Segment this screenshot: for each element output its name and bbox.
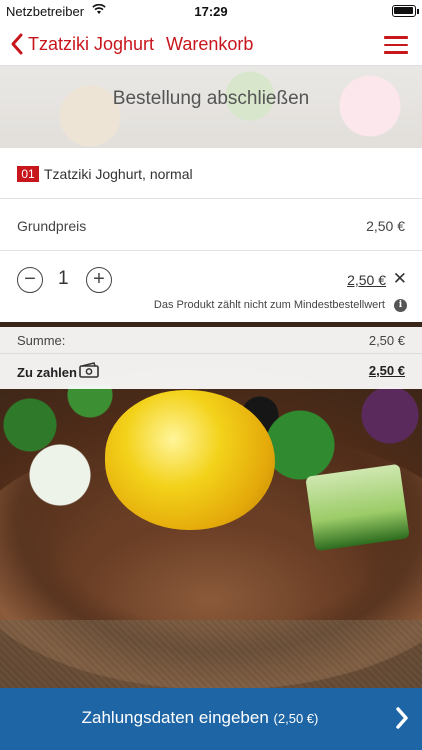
yellow-pepper <box>105 390 275 530</box>
battery-icon <box>392 5 419 17</box>
amount-due-value[interactable]: 2,50 € <box>369 363 405 378</box>
sum-row: Summe: 2,50 € <box>0 327 422 354</box>
info-icon[interactable]: i <box>394 299 407 312</box>
quantity-row: − 1 + 2,50 € ✕ Das Produkt zählt nicht z… <box>0 251 422 322</box>
money-icon <box>79 362 99 378</box>
cucumber <box>305 463 410 552</box>
navigation-bar: Tzatziki Joghurt Warenkorb <box>0 22 422 66</box>
minimum-order-note: Das Produkt zählt nicht zum Mindestbeste… <box>153 299 385 311</box>
quantity-value: 1 <box>58 268 69 289</box>
totals-box: Summe: 2,50 € Zu zahlen 2,50 € <box>0 327 422 389</box>
increase-quantity-button[interactable]: + <box>86 267 112 293</box>
item-number-badge: 01 <box>17 166 39 182</box>
section-heading: Bestellung abschließen <box>112 88 310 109</box>
cta-text: Zahlungsdaten eingeben <box>81 708 269 727</box>
sum-label: Summe: <box>17 333 66 348</box>
cta-label: Zahlungsdaten eingeben (2,50 €) <box>0 708 400 728</box>
status-bar: Netzbetreiber 17:29 <box>0 0 422 22</box>
cta-amount: (2,50 €) <box>273 711 319 726</box>
chevron-left-icon[interactable] <box>8 32 28 56</box>
enter-payment-button[interactable]: Zahlungsdaten eingeben (2,50 €) <box>0 688 422 750</box>
header-banner: Bestellung abschließen <box>0 66 422 148</box>
remove-item-icon[interactable]: ✕ <box>393 269 407 289</box>
base-price-label: Grundpreis <box>17 218 87 234</box>
base-price-value: 2,50 € <box>366 218 405 234</box>
hamburger-menu-icon[interactable] <box>384 36 408 54</box>
sum-value: 2,50 € <box>368 333 405 348</box>
item-price[interactable]: 2,50 € <box>347 272 386 288</box>
back-button[interactable]: Tzatziki Joghurt <box>28 34 154 55</box>
amount-due-row: Zu zahlen 2,50 € <box>0 355 422 389</box>
product-name: Tzatziki Joghurt, normal <box>44 166 193 182</box>
clock: 17:29 <box>194 4 228 19</box>
page-title: Warenkorb <box>166 34 254 54</box>
cart-item-row: 01 Tzatziki Joghurt, normal <box>0 148 422 199</box>
amount-due-label: Zu zahlen <box>17 365 77 380</box>
decrease-quantity-button[interactable]: − <box>17 267 43 293</box>
cart-panel: 01 Tzatziki Joghurt, normal Grundpreis 2… <box>0 148 422 322</box>
base-price-row: Grundpreis 2,50 € <box>0 199 422 251</box>
chevron-right-icon <box>396 707 408 729</box>
